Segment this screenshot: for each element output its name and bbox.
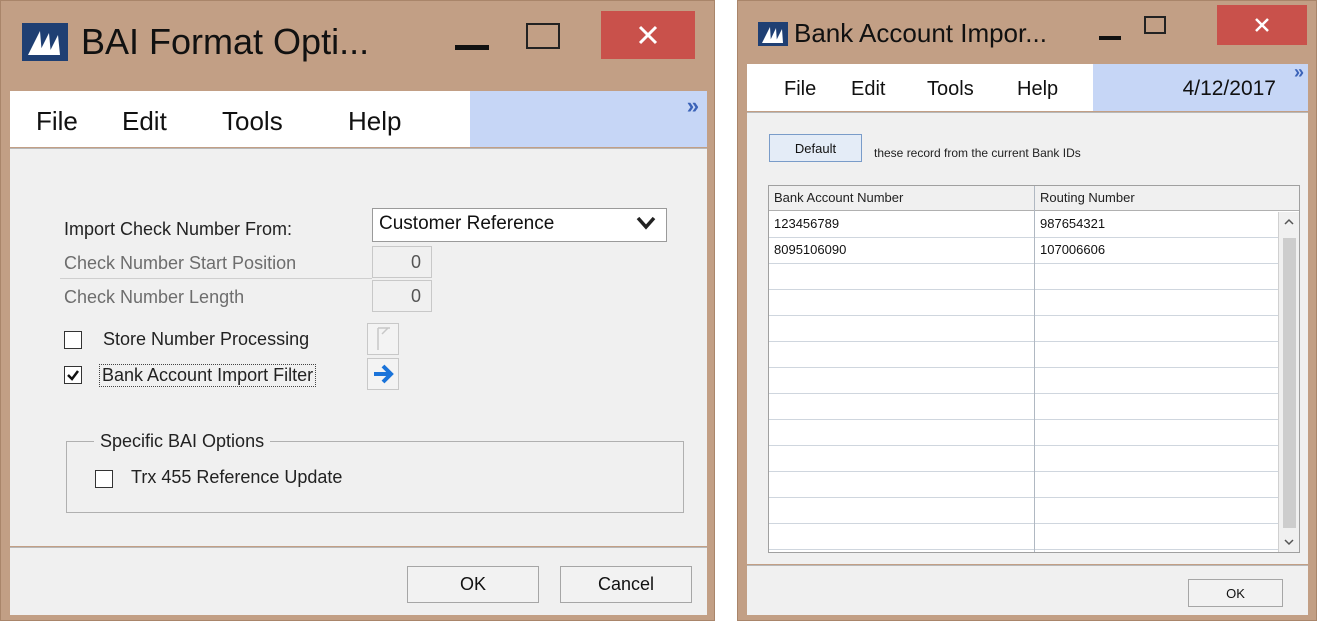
column-divider [1034, 186, 1035, 552]
default-button[interactable]: Default [769, 134, 862, 162]
default-description: these record from the current Bank IDs [874, 146, 1081, 160]
scrollbar-thumb[interactable] [1283, 238, 1296, 528]
app-logo-icon [758, 22, 788, 46]
check-number-length-field[interactable]: 0 [372, 280, 432, 312]
title-bar[interactable]: Bank Account Impor... [738, 1, 1316, 63]
empty-row[interactable] [769, 368, 1278, 394]
bank-account-import-window: Bank Account Impor... File Edit Tools He… [737, 0, 1317, 621]
empty-row[interactable] [769, 316, 1278, 342]
table-row[interactable]: 123456789 987654321 [769, 212, 1278, 238]
menu-tools[interactable]: Tools [927, 78, 974, 101]
empty-row[interactable] [769, 290, 1278, 316]
bai-format-options-window: BAI Format Opti... File Edit Tools Help … [0, 0, 715, 621]
menu-bar: File Edit Tools Help » [10, 91, 707, 147]
check-start-position-label: Check Number Start Position [64, 253, 297, 273]
import-panel: Default these record from the current Ba… [747, 112, 1308, 564]
bank-account-number-cell[interactable]: 8095106090 [774, 242, 846, 257]
empty-row[interactable] [769, 498, 1278, 524]
bank-filter-checkbox[interactable] [64, 366, 82, 384]
empty-row[interactable] [769, 472, 1278, 498]
trx455-checkbox[interactable] [95, 470, 113, 488]
button-footer: OK [747, 565, 1308, 615]
scroll-down-icon[interactable] [1279, 534, 1299, 550]
window-title: BAI Format Opti... [81, 21, 370, 62]
cancel-button[interactable]: Cancel [560, 566, 692, 603]
go-arrow-icon [374, 364, 394, 384]
empty-row[interactable] [769, 420, 1278, 446]
bank-account-grid: Bank Account Number Routing Number 12345… [768, 185, 1300, 553]
import-check-number-dropdown[interactable]: Customer Reference [372, 208, 667, 242]
empty-row[interactable] [769, 342, 1278, 368]
close-button[interactable] [1217, 5, 1307, 45]
menu-edit[interactable]: Edit [122, 106, 167, 137]
app-logo-icon [22, 23, 68, 61]
minimize-icon[interactable] [455, 45, 489, 50]
scroll-up-icon[interactable] [1279, 214, 1299, 230]
maximize-icon[interactable] [1144, 16, 1166, 34]
specific-bai-options-label: Specific BAI Options [94, 431, 271, 452]
column-header-bank-account[interactable]: Bank Account Number [774, 190, 903, 205]
ok-button[interactable]: OK [1188, 579, 1283, 607]
table-row[interactable]: 8095106090 107006606 [769, 238, 1278, 264]
menu-edit[interactable]: Edit [851, 78, 885, 101]
store-number-label: Store Number Processing [103, 329, 310, 349]
check-start-position-field[interactable]: 0 [372, 246, 432, 278]
checkmark-icon [67, 370, 79, 381]
dropdown-value: Customer Reference [379, 213, 555, 234]
options-panel: Import Check Number From: Customer Refer… [10, 148, 707, 546]
import-check-number-label: Import Check Number From: [64, 219, 293, 239]
menu-accent: » [470, 91, 707, 147]
store-number-checkbox[interactable] [64, 331, 82, 349]
bank-filter-label: Bank Account Import Filter [99, 364, 317, 387]
menu-help[interactable]: Help [348, 106, 401, 137]
window-title: Bank Account Impor... [794, 18, 1047, 48]
column-header-routing[interactable]: Routing Number [1040, 190, 1135, 205]
menu-bar: File Edit Tools Help 4/12/2017 » [747, 62, 1308, 111]
menu-accent: 4/12/2017 » [1093, 62, 1308, 111]
trx455-label: Trx 455 Reference Update [131, 467, 343, 487]
row-divider [60, 278, 372, 279]
store-number-lookup-button[interactable] [367, 323, 399, 355]
maximize-icon[interactable] [526, 23, 560, 49]
title-bar[interactable]: BAI Format Opti... [1, 1, 714, 89]
close-icon [1255, 18, 1269, 32]
minimize-icon[interactable] [1099, 36, 1121, 40]
button-footer: OK Cancel [10, 547, 707, 615]
empty-row[interactable] [769, 524, 1278, 550]
ok-button[interactable]: OK [407, 566, 539, 603]
empty-row[interactable] [769, 446, 1278, 472]
bank-filter-open-button[interactable] [367, 358, 399, 390]
dropdown-chevron-icon [636, 216, 656, 230]
empty-row[interactable] [769, 394, 1278, 420]
session-date: 4/12/2017 [1182, 77, 1276, 100]
routing-number-cell[interactable]: 107006606 [1040, 242, 1105, 257]
bank-account-number-cell[interactable]: 123456789 [774, 216, 839, 231]
chevron-expand-icon[interactable]: » [1294, 62, 1304, 83]
close-icon [638, 25, 658, 45]
routing-number-cell[interactable]: 987654321 [1040, 216, 1105, 231]
check-number-length-label: Check Number Length [64, 287, 245, 307]
menu-file[interactable]: File [36, 106, 78, 137]
chevron-expand-icon[interactable]: » [687, 93, 699, 119]
lookup-icon [377, 327, 390, 350]
vertical-scrollbar[interactable] [1278, 212, 1299, 552]
menu-tools[interactable]: Tools [222, 106, 283, 137]
close-button[interactable] [601, 11, 695, 59]
empty-row[interactable] [769, 264, 1278, 290]
menu-file[interactable]: File [784, 78, 816, 101]
menu-help[interactable]: Help [1017, 78, 1058, 101]
